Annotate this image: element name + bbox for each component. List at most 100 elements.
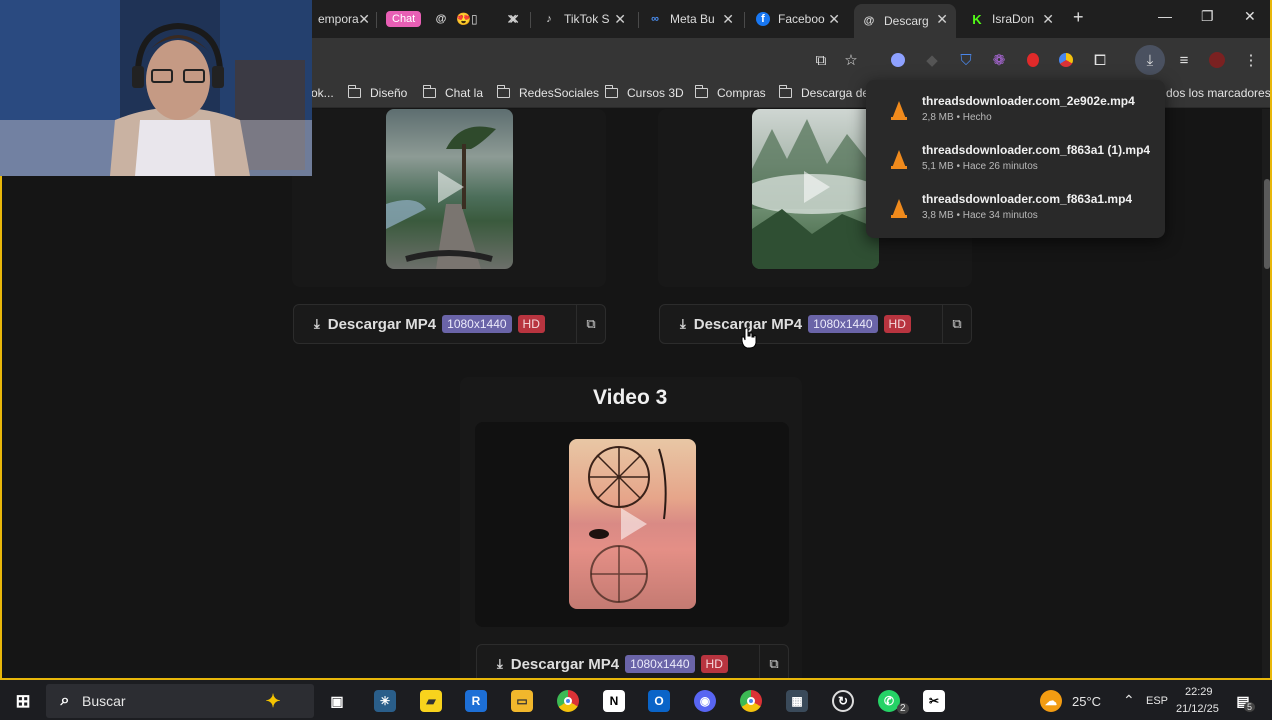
download-bar-2: ⤓ Descargar MP4 1080x1440 HD ⧉ (659, 304, 972, 344)
chrome-icon[interactable] (557, 690, 579, 712)
profile-avatar[interactable] (1207, 50, 1227, 70)
play-icon (804, 171, 830, 203)
bookmark-folder-cursos[interactable]: Cursos 3D (604, 85, 684, 100)
close-icon[interactable]: ✕ (936, 11, 948, 27)
weather-icon[interactable]: ☁ (1040, 690, 1062, 712)
tab-facebook[interactable]: f Faceboo ✕ (748, 4, 848, 34)
close-icon[interactable]: ✕ (508, 11, 520, 27)
calculator-icon[interactable]: ▦ (786, 690, 808, 712)
close-icon[interactable]: ✕ (722, 11, 734, 27)
all-bookmarks[interactable]: dos los marcadores (1166, 86, 1271, 100)
vlc-file-icon (891, 199, 907, 218)
open-external-icon[interactable]: ⧉ (760, 656, 788, 672)
discord-extension-icon[interactable] (888, 50, 908, 70)
video-thumbnail-1[interactable] (386, 109, 513, 269)
close-icon[interactable]: ✕ (614, 11, 626, 27)
bookmark-star-icon[interactable]: ☆ (841, 50, 861, 70)
minimize-icon[interactable]: — (1158, 8, 1172, 24)
clock-date[interactable]: 21/12/25 (1176, 703, 1219, 715)
bookmark-label: Diseño (370, 86, 408, 100)
extension-icon[interactable] (1056, 50, 1076, 70)
bookmark-folder-diseno[interactable]: Diseño (347, 85, 408, 100)
extension-icon[interactable]: ◆ (922, 50, 942, 70)
bookmark-label: Compras (717, 86, 766, 100)
tab-title: 😍▯ (456, 12, 478, 26)
open-external-icon[interactable]: ⧉ (943, 316, 971, 332)
task-view-icon[interactable]: ▣ (326, 690, 348, 712)
download-arrow-icon: ⤓ (680, 316, 686, 331)
video-thumbnail-3[interactable] (569, 439, 696, 609)
restore-icon[interactable]: ❐ (1201, 8, 1214, 25)
language-indicator[interactable]: ESP (1146, 695, 1168, 707)
clock-time[interactable]: 22:29 (1185, 686, 1213, 698)
install-app-icon[interactable]: ⧉ (811, 50, 831, 70)
close-icon[interactable]: ✕ (1042, 11, 1054, 27)
extension-icon[interactable] (1023, 50, 1043, 70)
weather-temp[interactable]: 25°C (1072, 694, 1101, 709)
hd-badge: HD (517, 315, 545, 333)
hd-badge: HD (700, 655, 728, 673)
download-mp4-button[interactable]: ⤓ Descargar MP4 1080x1440 HD (477, 645, 760, 680)
download-mp4-button[interactable]: ⤓ Descargar MP4 1080x1440 HD (294, 305, 577, 343)
bookmark-label: Cursos 3D (627, 86, 684, 100)
tab-separator (744, 12, 745, 28)
windows-start-icon[interactable]: ⊞ (12, 690, 34, 712)
open-external-icon[interactable]: ⧉ (577, 316, 605, 332)
media-control-icon[interactable]: ≡ (1174, 50, 1194, 70)
tab-kick[interactable]: K IsraDon ✕ (962, 4, 1062, 34)
app-icon[interactable]: ↻ (832, 690, 854, 712)
downloads-popup: threadsdownloader.com_2e902e.mp4 2,8 MB … (866, 80, 1165, 238)
tab-threads[interactable]: @ 😍▯ ✕ (426, 4, 528, 34)
download-label: Descargar MP4 (327, 315, 437, 333)
outlook-icon[interactable]: O (648, 690, 670, 712)
webcam-feed (0, 0, 312, 176)
threads-icon: @ (863, 15, 875, 27)
threads-icon: @ (435, 13, 447, 25)
chrome-icon[interactable] (740, 690, 762, 712)
download-mp4-button[interactable]: ⤓ Descargar MP4 1080x1440 HD (660, 305, 943, 343)
download-item[interactable]: threadsdownloader.com_2e902e.mp4 2,8 MB … (866, 88, 1165, 134)
tab-empora[interactable]: empora ✕ (310, 4, 378, 34)
tab-meta[interactable]: ∞ Meta Bu ✕ (640, 4, 742, 34)
tab-separator (638, 12, 639, 28)
bookmark-folder-descarga[interactable]: Descarga de (778, 85, 869, 100)
close-window-icon[interactable]: ✕ (1244, 8, 1256, 25)
app-icon[interactable]: R (465, 690, 487, 712)
download-item[interactable]: threadsdownloader.com_f863a1.mp4 3,8 MB … (866, 186, 1165, 232)
sticky-notes-icon[interactable]: ▰ (420, 690, 442, 712)
bookmark-folder-chat[interactable]: Chat la (422, 85, 483, 100)
tab-descarga[interactable]: @ Descarg ✕ (854, 4, 956, 38)
tab-separator (376, 12, 377, 28)
discord-icon[interactable]: ◉ (694, 690, 716, 712)
screen: empora ✕ Chat ✕ @ 😍▯ ✕ ♪ TikTok S ✕ ∞ Me… (0, 0, 1272, 720)
new-tab-button[interactable]: + (1073, 7, 1084, 28)
download-item[interactable]: threadsdownloader.com_f863a1 (1).mp4 5,1… (866, 137, 1165, 183)
notification-count: 5 (1244, 702, 1256, 712)
bookmark-folder-compras[interactable]: Compras (694, 85, 766, 100)
tab-separator (530, 12, 531, 28)
downloads-icon[interactable]: ⤓ (1135, 45, 1165, 75)
chevron-up-icon[interactable]: ⌃ (1123, 692, 1135, 709)
file-explorer-icon[interactable]: ▭ (511, 690, 533, 712)
hand-cursor-icon (741, 327, 757, 349)
facebook-icon: f (756, 12, 770, 26)
shield-extension-icon[interactable]: ⛉ (956, 50, 976, 70)
close-icon[interactable]: ✕ (358, 11, 370, 27)
video-thumbnail-2[interactable] (752, 109, 879, 269)
bookmark-folder-redes[interactable]: RedesSociales (496, 85, 599, 100)
close-icon[interactable]: ✕ (828, 11, 840, 27)
bookmark-item[interactable]: ok... (311, 86, 334, 100)
capcut-icon[interactable]: ✂ (923, 690, 945, 712)
vlc-file-icon (891, 150, 907, 169)
download-bar-1: ⤓ Descargar MP4 1080x1440 HD ⧉ (293, 304, 606, 344)
notion-icon[interactable]: N (603, 690, 625, 712)
menu-kebab-icon[interactable]: ⋮ (1241, 50, 1261, 70)
tab-tiktok[interactable]: ♪ TikTok S ✕ (534, 4, 634, 34)
tab-title: Descarg (884, 14, 929, 28)
extensions-puzzle-icon[interactable]: ⧠ (1090, 50, 1110, 70)
resolution-badge: 1080x1440 (442, 315, 512, 333)
extension-icon[interactable]: ❁ (989, 50, 1009, 70)
download-filename: threadsdownloader.com_f863a1.mp4 (922, 192, 1133, 206)
app-icon[interactable]: ✳ (374, 690, 396, 712)
copilot-sparkle-icon[interactable]: ✦ (262, 690, 284, 712)
